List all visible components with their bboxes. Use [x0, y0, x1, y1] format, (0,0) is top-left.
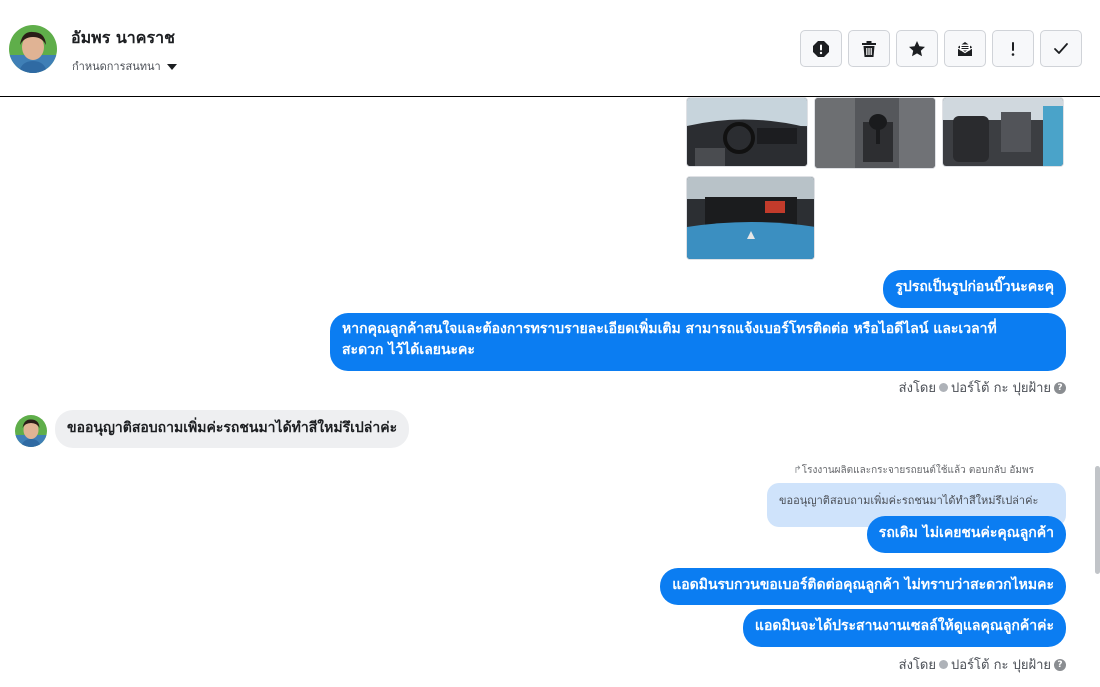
sent-by-agent: ปอร์โต้ กะ ปุยฝ้าย [951, 381, 1051, 396]
message-text-line: หากคุณลูกค้าสนใจและต้องการทราบรายละเอียด… [342, 321, 997, 337]
incoming-message: ขออนุญาติสอบถามเพิ่มค่ะรถชนมาได้ทำสีใหม่… [55, 410, 410, 448]
reply-arrow-icon: ↱ [793, 465, 802, 476]
help-icon[interactable]: ? [1054, 381, 1066, 394]
outgoing-message: รถเดิม ไม่เคยชนค่ะคุณลูกค้า [866, 516, 1066, 553]
help-icon[interactable]: ? [1054, 658, 1066, 671]
report-icon [813, 40, 829, 57]
car-photo-seats[interactable] [942, 97, 1064, 167]
checkmark-icon [1054, 42, 1068, 54]
car-photo-gearshift[interactable] [814, 97, 936, 169]
sent-by-prefix: ส่งโดย [898, 381, 936, 396]
outgoing-message: แอดมินรบกวนขอเบอร์ติดต่อคุณลูกค้า ไม่ทรา… [660, 568, 1066, 605]
chevron-down-icon [166, 63, 177, 70]
star-button[interactable] [896, 30, 938, 67]
contact-name: อัมพร นาคราช [71, 28, 175, 47]
verified-check-icon [939, 383, 948, 392]
outgoing-message: หากคุณลูกค้าสนใจและต้องการทราบรายละเอียด… [330, 313, 1066, 371]
delete-button[interactable] [848, 30, 890, 67]
contact-avatar[interactable] [9, 25, 57, 73]
sent-by-prefix: ส่งโดย [898, 658, 936, 673]
verified-check-icon [939, 660, 948, 669]
conversation-toolbar [800, 30, 1082, 67]
car-photo-dashboard[interactable] [686, 97, 808, 167]
scrollbar[interactable] [1095, 466, 1100, 574]
message-text: รถเดิม ไม่เคยชนค่ะคุณลูกค้า [878, 525, 1054, 541]
star-icon [909, 40, 925, 56]
trash-icon [862, 40, 876, 57]
outgoing-message: รูปรถเป็นรูปก่อนบิ๊วนะคะคุ [883, 270, 1066, 308]
contact-avatar-small[interactable] [15, 415, 47, 447]
exclamation-icon [1011, 41, 1015, 56]
quoted-text: ขออนุญาติสอบถามเพิ่มค่ะรถชนมาได้ทำสีใหม่… [779, 494, 1039, 507]
message-text-line: สะดวก ไว้ได้เลยนะคะ [342, 342, 475, 358]
message-text: แอดมินรบกวนขอเบอร์ติดต่อคุณลูกค้า ไม่ทรา… [672, 577, 1054, 593]
car-photo-engine[interactable] [686, 176, 815, 260]
conversation-header: อัมพร นาคราช กำหนดการสนทนา [0, 0, 1100, 97]
sent-by-info: ส่งโดย ปอร์โต้ กะ ปุยฝ้าย ? [899, 377, 1066, 398]
important-button[interactable] [992, 30, 1034, 67]
message-text: รูปรถเป็นรูปก่อนบิ๊วนะคะคุ [895, 279, 1054, 295]
mark-unread-button[interactable] [944, 30, 986, 67]
done-button[interactable] [1040, 30, 1082, 67]
message-text: แอดมินจะได้ประสานงานเซลล์ให้ดูแลคุณลูกค้… [754, 618, 1054, 634]
message-text: ขออนุญาติสอบถามเพิ่มค่ะรถชนมาได้ทำสีใหม่… [67, 420, 398, 436]
assign-conversation-dropdown[interactable]: กำหนดการสนทนา [72, 57, 177, 75]
outgoing-message: แอดมินจะได้ประสานงานเซลล์ให้ดูแลคุณลูกค้… [742, 609, 1066, 647]
mark-unread-icon [957, 41, 973, 56]
reply-label: ↱โรงงานผลิตและกระจายรถยนต์ใช้แล้ว ตอบกลั… [793, 465, 1034, 476]
report-button[interactable] [800, 30, 842, 67]
sent-by-info: ส่งโดย ปอร์โต้ กะ ปุยฝ้าย ? [899, 654, 1066, 675]
assign-label: กำหนดการสนทนา [72, 60, 161, 73]
sent-by-agent: ปอร์โต้ กะ ปุยฝ้าย [951, 658, 1051, 673]
